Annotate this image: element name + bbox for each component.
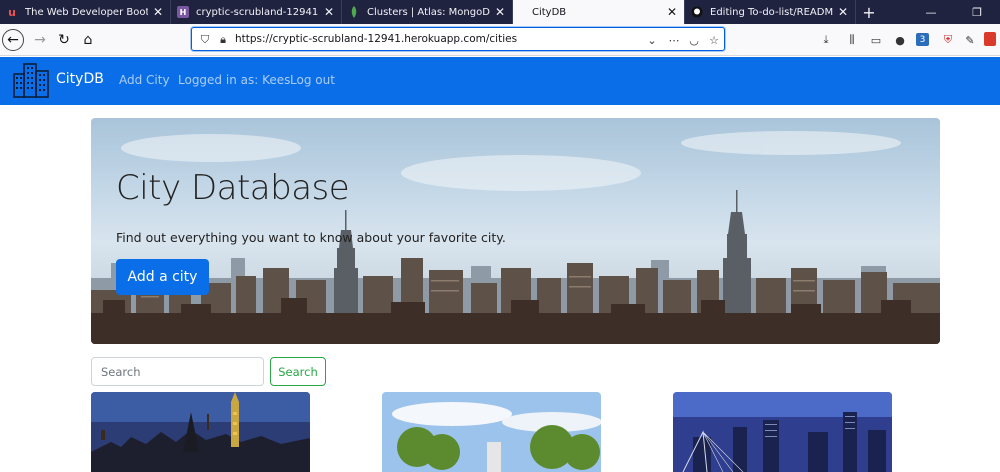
home-icon[interactable]: ⌂ (76, 28, 100, 52)
tab-title: cryptic-scrubland-12941 · Settings (196, 6, 319, 18)
search-input[interactable] (91, 357, 264, 386)
bookmark-star-icon[interactable]: ☆ (706, 32, 722, 48)
library-icon[interactable]: ⫼ (844, 32, 860, 48)
more-actions-icon[interactable]: ⋯ (666, 32, 682, 48)
tab-github-readme[interactable]: Editing To-do-list/README.md ✕ (685, 0, 856, 24)
city-logo-icon[interactable] (13, 62, 49, 98)
extension-icon[interactable]: ⛨ (940, 32, 956, 48)
tab-title: Editing To-do-list/README.md (710, 6, 833, 18)
close-icon[interactable]: ✕ (837, 5, 849, 19)
city-card[interactable] (382, 392, 601, 472)
blank-page-icon (519, 6, 531, 18)
jumbotron-hero: City Database Find out everything you wa… (91, 118, 940, 344)
close-icon[interactable]: ✕ (323, 5, 335, 19)
tab-mongodb-atlas[interactable]: Clusters | Atlas: MongoDB Atlas ✕ (342, 0, 513, 24)
pocket-icon[interactable]: ◡ (686, 32, 702, 48)
minimize-icon[interactable]: — (908, 0, 954, 24)
window-controls: — ❐ (908, 0, 1000, 24)
brand-link[interactable]: CityDB (56, 71, 104, 87)
reload-icon[interactable]: ↻ (52, 28, 76, 52)
city-card[interactable] (673, 392, 892, 472)
tab-title: CityDB (532, 6, 567, 18)
city-card[interactable] (91, 392, 310, 472)
nav-add-city[interactable]: Add City (119, 73, 170, 87)
tab-citydb[interactable]: CityDB ✕ (513, 0, 685, 24)
tab-heroku-settings[interactable]: H cryptic-scrubland-12941 · Settings ✕ (171, 0, 342, 24)
extension-red-icon[interactable] (984, 32, 996, 46)
nav-logout[interactable]: Log out (290, 73, 335, 87)
download-icon[interactable]: ⤓ (818, 32, 834, 48)
site-navbar: CityDB Add City Logged in as: Kees Log o… (0, 57, 1000, 105)
close-icon[interactable]: ✕ (152, 5, 164, 19)
add-city-button[interactable]: Add a city (116, 259, 209, 295)
page-subtitle: Find out everything you want to know abo… (116, 230, 506, 245)
close-icon[interactable]: ✕ (666, 5, 678, 19)
forward-arrow-icon[interactable]: → (28, 28, 52, 52)
mongodb-leaf-icon (348, 6, 360, 18)
tab-title: Clusters | Atlas: MongoDB Atlas (367, 6, 490, 18)
eyedropper-icon[interactable]: ✎ (962, 32, 978, 48)
chevron-down-icon[interactable]: ⌄ (644, 32, 660, 48)
restore-icon[interactable]: ❐ (954, 0, 1000, 24)
lock-icon[interactable]: 🔒︎ (215, 32, 231, 48)
heroku-icon: H (177, 6, 189, 18)
new-tab-button[interactable]: + (856, 0, 882, 24)
sidebar-icon[interactable]: ▭ (868, 32, 884, 48)
udemy-icon: u (8, 5, 16, 19)
back-arrow-icon[interactable]: ← (2, 29, 24, 51)
close-icon[interactable]: ✕ (494, 5, 506, 19)
extension-badge-icon[interactable]: 3 (916, 33, 929, 46)
tab-web-developer-bootcamp[interactable]: u The Web Developer Bootcamp ✕ (0, 0, 171, 24)
tab-title: The Web Developer Bootcamp (25, 6, 148, 18)
search-button[interactable]: Search (270, 357, 326, 386)
nav-logged-in-as[interactable]: Logged in as: Kees (178, 73, 290, 87)
address-bar[interactable]: ⛉ 🔒︎ https://cryptic-scrubland-12941.her… (191, 27, 725, 51)
browser-toolbar: ← → ↻ ⌂ ⛉ 🔒︎ https://cryptic-scrubland-1… (0, 24, 1000, 56)
city-card-image (382, 392, 601, 472)
city-card-image (673, 392, 892, 472)
url-text[interactable]: https://cryptic-scrubland-12941.herokuap… (235, 33, 517, 45)
account-icon[interactable]: ● (892, 32, 908, 48)
github-icon (691, 6, 703, 18)
page-title: City Database (116, 168, 350, 208)
browser-tab-strip: u The Web Developer Bootcamp ✕ H cryptic… (0, 0, 1000, 24)
shield-icon[interactable]: ⛉ (197, 32, 213, 48)
city-card-image (91, 392, 310, 472)
